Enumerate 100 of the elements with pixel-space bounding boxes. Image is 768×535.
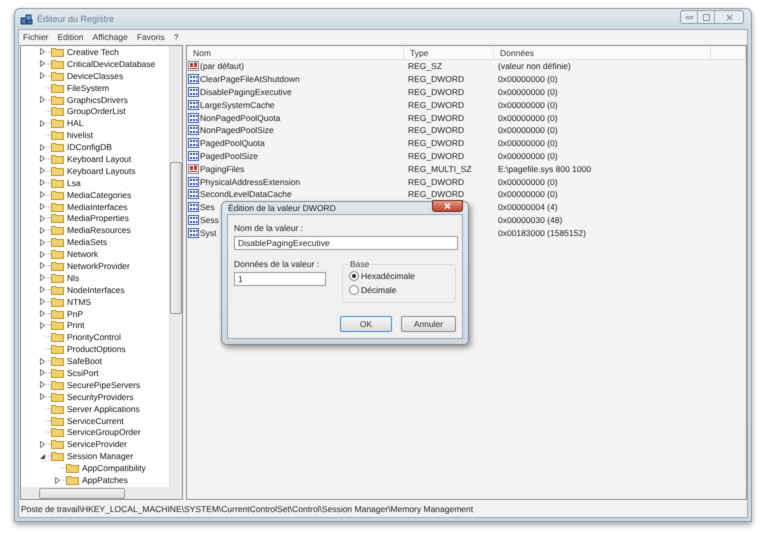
folder-icon bbox=[51, 356, 64, 366]
tree-item[interactable]: GraphicsDrivers bbox=[67, 94, 128, 104]
tree-connector-line bbox=[46, 443, 51, 446]
tree-item[interactable]: MediaSets bbox=[67, 237, 108, 248]
folder-icon bbox=[51, 130, 64, 140]
tree-item[interactable]: NodeInterfaces bbox=[67, 284, 125, 295]
tree-item[interactable]: ServiceProvider bbox=[67, 439, 127, 450]
value-name-field[interactable]: DisablePagingExecutive bbox=[234, 236, 458, 250]
value-data: 0x00000000 (0) bbox=[497, 112, 559, 123]
radio-label[interactable]: Hexadécimale bbox=[361, 271, 415, 281]
tree-item[interactable]: ServiceGroupOrder bbox=[67, 427, 141, 438]
tree-item[interactable]: ServiceCurrent bbox=[67, 416, 124, 426]
tree-item[interactable]: FileSystem bbox=[67, 82, 110, 93]
value-data: (valeur non définie) bbox=[497, 61, 572, 72]
close-button[interactable] bbox=[432, 200, 463, 212]
tree-item[interactable]: MediaInterfaces bbox=[67, 202, 128, 212]
menu-item[interactable]: Affichage bbox=[92, 32, 128, 42]
field-label: Nom de la valeur : bbox=[234, 223, 304, 233]
tree-item[interactable]: CriticalDeviceDatabase bbox=[67, 58, 156, 69]
tree-item[interactable]: ProductOptions bbox=[67, 344, 126, 354]
collapsed-arrow-icon[interactable] bbox=[40, 440, 44, 448]
folder-icon bbox=[51, 118, 64, 128]
tree-connector-line bbox=[46, 98, 51, 100]
tree-item[interactable]: MediaResources bbox=[67, 225, 131, 236]
ok-button[interactable]: OK bbox=[340, 316, 392, 332]
value-type: REG_DWORD bbox=[407, 150, 466, 161]
collapsed-arrow-icon[interactable] bbox=[40, 96, 44, 103]
column-header[interactable]: Nom bbox=[187, 46, 404, 59]
tree-item[interactable]: MediaProperties bbox=[67, 213, 129, 224]
value-data: 0x00000000 (0) bbox=[497, 86, 559, 97]
folder-icon bbox=[51, 332, 64, 342]
cancel-button[interactable]: Annuler bbox=[401, 316, 456, 332]
vertical-scrollbar[interactable] bbox=[169, 46, 182, 487]
tree-item[interactable]: Keyboard Layouts bbox=[67, 166, 136, 176]
radio-button[interactable] bbox=[349, 271, 359, 281]
menu-item[interactable]: Favoris bbox=[136, 32, 165, 42]
tree-item[interactable]: ScsiPort bbox=[67, 368, 99, 378]
menu-item[interactable]: ? bbox=[174, 32, 178, 42]
tree-item[interactable]: NetworkProvider bbox=[67, 260, 130, 271]
tree-item[interactable]: Keyboard Layout bbox=[67, 154, 132, 164]
tree-connector-line bbox=[61, 467, 66, 470]
tree-connector-line bbox=[46, 86, 51, 89]
tree-connector-line bbox=[46, 146, 51, 148]
tree-connector-line bbox=[46, 229, 51, 232]
tree-connector-line bbox=[46, 360, 51, 362]
tree-item[interactable]: Creative Tech bbox=[67, 46, 119, 57]
folder-icon bbox=[51, 46, 64, 57]
menu-item[interactable]: Edition bbox=[58, 32, 84, 42]
tree-connector-line bbox=[46, 264, 51, 267]
tree-item[interactable]: SecurePipeServers bbox=[67, 380, 140, 390]
tree-item[interactable]: hivelist bbox=[67, 130, 93, 140]
tree-item[interactable]: Lsa bbox=[67, 178, 81, 188]
tree-item[interactable]: MediaCategories bbox=[67, 190, 132, 200]
value-name: PagedPoolQuota bbox=[200, 138, 265, 148]
folder-icon bbox=[51, 308, 64, 319]
expanded-arrow-icon[interactable] bbox=[40, 454, 44, 459]
value-type: REG_DWORD bbox=[407, 112, 466, 123]
tree-item[interactable]: Session Manager bbox=[67, 451, 134, 462]
value-name: NonPagedPoolQuota bbox=[200, 112, 280, 123]
tree-connector-line bbox=[46, 431, 51, 434]
menu-item[interactable]: Fichier bbox=[23, 32, 49, 42]
folder-icon bbox=[51, 190, 64, 200]
tree-item[interactable]: DeviceClasses bbox=[67, 70, 124, 81]
tree-item[interactable]: GroupOrderList bbox=[67, 106, 126, 116]
tree-item[interactable]: PriorityControl bbox=[67, 332, 121, 342]
tree-item[interactable]: Server Applications bbox=[67, 404, 140, 414]
tree-item[interactable]: Network bbox=[67, 249, 98, 260]
horizontal-scrollbar[interactable] bbox=[21, 487, 169, 499]
tree-item[interactable]: NTMS bbox=[67, 296, 92, 307]
value-name: DisablePagingExecutive bbox=[200, 86, 292, 97]
tree-item[interactable]: AppCompatibility bbox=[82, 463, 146, 474]
tree-connector-line bbox=[46, 420, 51, 422]
tree-item[interactable]: HAL bbox=[67, 118, 84, 128]
collapsed-arrow-icon[interactable] bbox=[54, 476, 60, 484]
folder-icon bbox=[51, 213, 64, 224]
column-header[interactable]: Données bbox=[494, 46, 711, 59]
window-title: Éditeur du Registre bbox=[37, 14, 116, 24]
folder-icon bbox=[51, 284, 64, 295]
tree-connector-line bbox=[46, 408, 51, 410]
folder-icon bbox=[51, 392, 64, 402]
tree-item[interactable]: SecurityProviders bbox=[67, 392, 134, 402]
tree-item[interactable]: Print bbox=[67, 320, 84, 330]
folder-icon bbox=[51, 82, 64, 93]
tree-item[interactable]: PnP bbox=[67, 308, 84, 319]
column-header[interactable]: Type bbox=[404, 46, 494, 59]
close-icon bbox=[726, 14, 732, 20]
tree-item[interactable]: IDConfigDB bbox=[67, 142, 112, 152]
registry-cubes-icon bbox=[20, 13, 33, 25]
radio-button[interactable] bbox=[349, 285, 359, 295]
value-type: REG_SZ bbox=[407, 61, 444, 72]
folder-icon bbox=[51, 380, 64, 390]
collapsed-arrow-icon[interactable] bbox=[40, 120, 44, 127]
tree-connector-line bbox=[46, 312, 51, 315]
value-data-field[interactable]: 1 bbox=[234, 272, 326, 286]
radio-label[interactable]: Décimale bbox=[361, 285, 396, 295]
tree-item[interactable]: AppPatches bbox=[82, 475, 128, 485]
scrollbar-thumb[interactable] bbox=[39, 488, 125, 498]
tree-item[interactable]: Nls bbox=[67, 272, 80, 283]
tree-item[interactable]: SafeBoot bbox=[67, 356, 102, 366]
scrollbar-thumb[interactable] bbox=[170, 162, 182, 314]
